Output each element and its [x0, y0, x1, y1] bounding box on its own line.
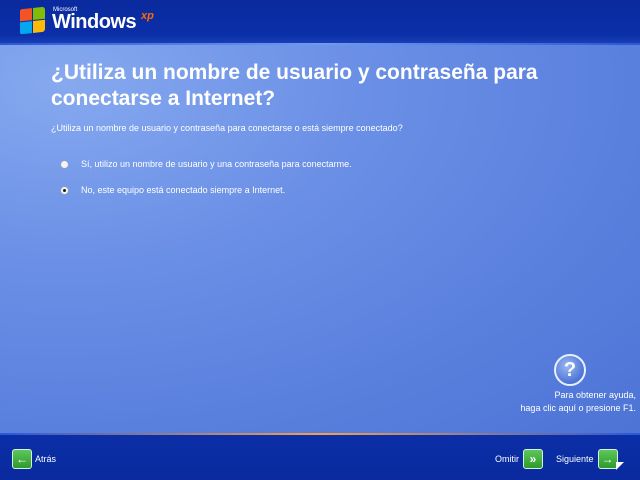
main-panel: ¿Utiliza un nombre de usuario y contrase… — [0, 45, 640, 433]
help-line-1: Para obtener ayuda, — [554, 390, 636, 400]
next-arrow-icon: → — [597, 449, 618, 469]
back-label: Atrás — [35, 454, 57, 464]
mouse-cursor-icon — [616, 462, 624, 470]
help-text[interactable]: Para obtener ayuda, haga clic aquí o pre… — [500, 389, 636, 415]
help-icon[interactable]: ? — [554, 354, 586, 386]
option-no-label: No, este equipo está conectado siempre a… — [81, 185, 286, 195]
skip-forward-icon: » — [523, 449, 543, 469]
option-yes-label: Sí, utilizo un nombre de usuario y una c… — [81, 159, 352, 169]
radio-no[interactable] — [60, 185, 69, 195]
logo-xp-text: xp — [141, 10, 154, 22]
option-yes[interactable]: Sí, utilizo un nombre de usuario y una c… — [60, 159, 352, 169]
next-button[interactable]: Siguiente → — [556, 449, 618, 469]
bottom-bar — [0, 433, 640, 480]
skip-label: Omitir — [495, 454, 519, 464]
logo-windows-text: Windows — [52, 11, 137, 33]
option-no[interactable]: No, este equipo está conectado siempre a… — [60, 185, 285, 195]
back-button[interactable]: ← Atrás — [12, 449, 56, 469]
question-text: ¿Utiliza un nombre de usuario y contrase… — [51, 123, 403, 133]
windows-flag-icon — [20, 6, 46, 36]
bottom-divider — [0, 433, 640, 435]
help-line-2: haga clic aquí o presione F1. — [520, 403, 636, 413]
skip-button[interactable]: Omitir » — [495, 449, 543, 469]
windows-xp-logo: Microsoft Windows xp — [20, 6, 160, 38]
next-label: Siguiente — [556, 454, 594, 464]
page-title: ¿Utiliza un nombre de usuario y contrase… — [51, 61, 538, 110]
radio-yes[interactable] — [60, 159, 69, 169]
back-arrow-icon: ← — [12, 449, 32, 469]
